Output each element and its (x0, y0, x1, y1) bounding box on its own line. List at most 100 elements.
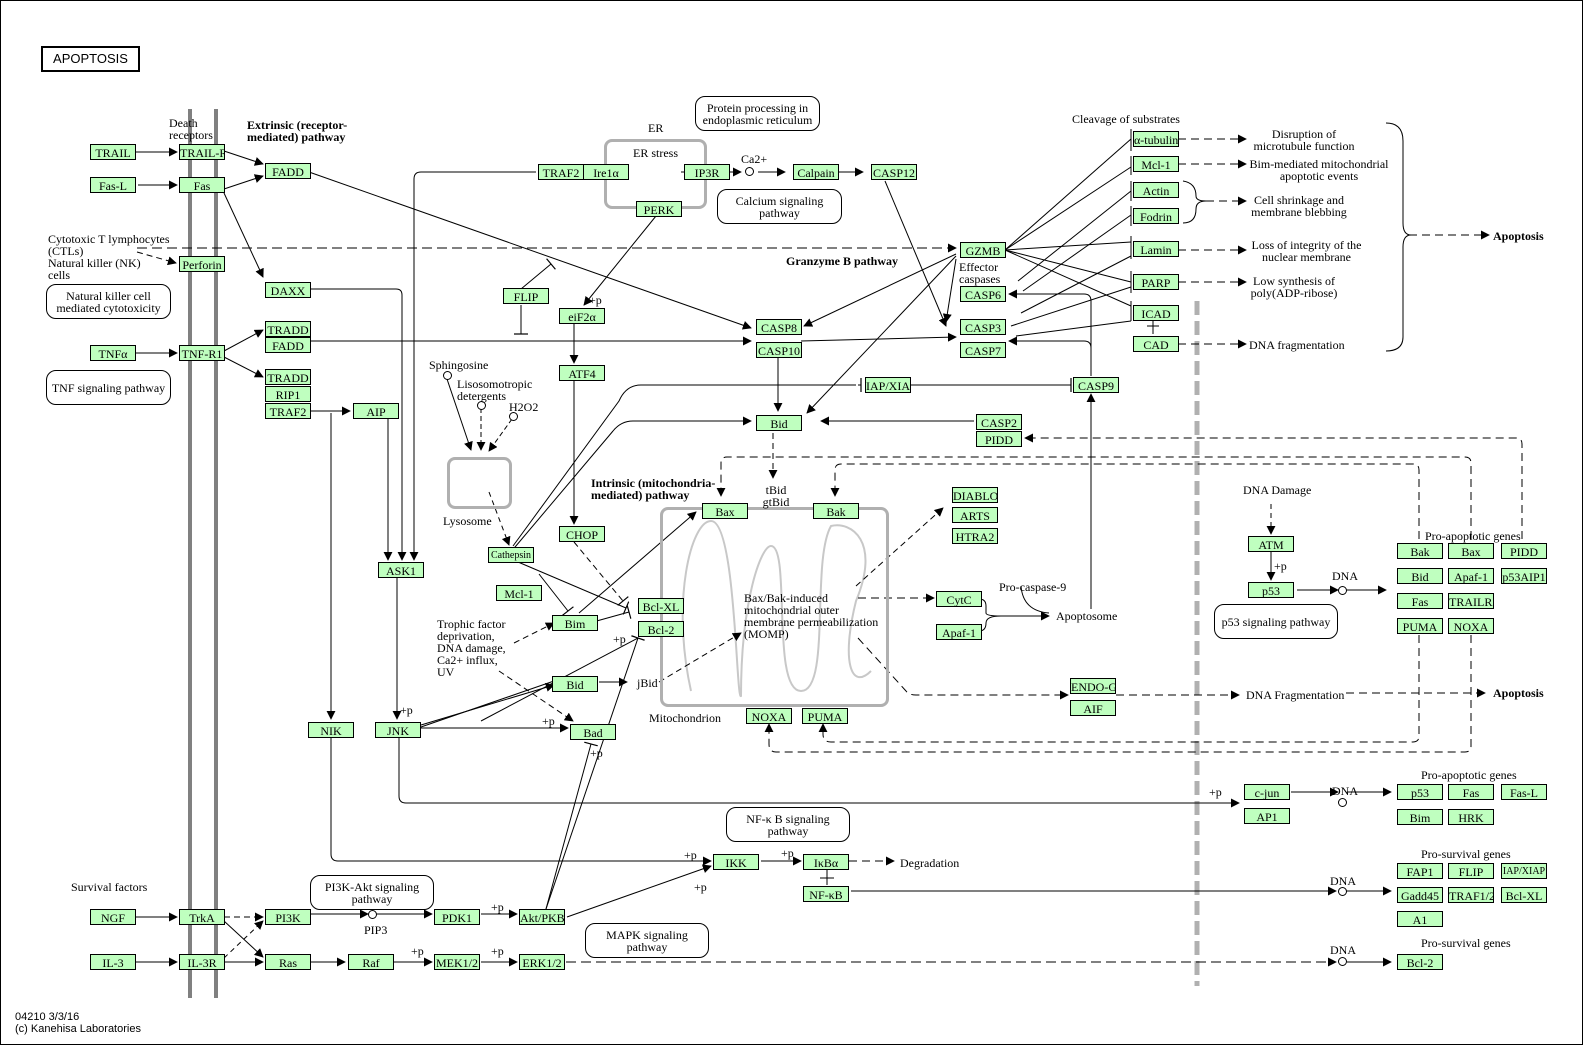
sphingosine-compound[interactable] (443, 371, 452, 380)
gene-gadd45[interactable]: Gadd45 (1397, 887, 1443, 903)
gene-htra2[interactable]: HTRA2 (952, 528, 998, 544)
gene-il-3[interactable]: IL-3 (90, 954, 136, 970)
gene-hrk[interactable]: HRK (1448, 809, 1494, 825)
gene-pidd[interactable]: PIDD (1501, 543, 1547, 559)
gene-a1[interactable]: A1 (1397, 911, 1443, 927)
gene-ngf[interactable]: NGF (90, 909, 136, 925)
gene-ikk[interactable]: IKK (713, 854, 759, 870)
gene-bad[interactable]: Bad (570, 724, 616, 740)
gene-bcl-xl[interactable]: Bcl-XL (638, 598, 684, 614)
gene-pi3k[interactable]: PI3K (265, 909, 311, 925)
calcium-compound[interactable] (745, 167, 754, 176)
gene-aif[interactable]: AIF (1070, 700, 1116, 716)
gene-tnfa[interactable]: TNFα (90, 345, 136, 361)
gene-erk1-2[interactable]: ERK1/2 (519, 954, 565, 970)
gene-cathepsin[interactable]: Cathepsin (488, 547, 534, 563)
gene-puma[interactable]: PUMA (1397, 618, 1443, 634)
gene-mcl-1[interactable]: Mcl-1 (1133, 156, 1179, 172)
gene-noxa[interactable]: NOXA (1448, 618, 1494, 634)
gene-diablo[interactable]: DIABLO (952, 487, 998, 503)
gene-c-jun[interactable]: c-jun (1244, 784, 1290, 800)
gene-traf1-2[interactable]: TRAF1/2 (1448, 887, 1494, 903)
gene-il-3r[interactable]: IL-3R (179, 954, 225, 970)
gene-calpain[interactable]: Calpain (793, 164, 839, 180)
gene-casp6[interactable]: CASP6 (960, 286, 1006, 302)
gene-casp3[interactable]: CASP3 (960, 319, 1006, 335)
gene-jnk[interactable]: JNK (375, 722, 421, 738)
gene-parp[interactable]: PARP (1133, 274, 1179, 290)
gene-icad[interactable]: ICAD (1133, 305, 1179, 321)
gene-iap-xiap[interactable]: IAP/XIAP (1501, 863, 1547, 879)
map-link-er-processing[interactable]: Protein processing in endoplasmic reticu… (695, 96, 820, 131)
gene-mek1-2[interactable]: MEK1/2 (434, 954, 480, 970)
gene-eif2a[interactable]: eiF2α (559, 308, 605, 324)
map-link-pi3k-akt[interactable]: PI3K-Akt signaling pathway (310, 875, 434, 910)
gene-bid[interactable]: Bid (552, 676, 598, 692)
gene-fas-l[interactable]: Fas-L (90, 177, 136, 193)
gene-trail[interactable]: TRAIL (90, 144, 136, 160)
gene-cytc[interactable]: CytC (936, 591, 982, 607)
gene-atf4[interactable]: ATF4 (559, 365, 605, 381)
gene-ip3r[interactable]: IP3R (684, 164, 730, 180)
gene-apaf-1[interactable]: Apaf-1 (1448, 568, 1494, 584)
gene-fas[interactable]: Fas (1448, 784, 1494, 800)
gene-gzmb[interactable]: GZMB (960, 242, 1006, 258)
gene-rip1[interactable]: RIP1 (265, 386, 311, 402)
gene-trka[interactable]: TrkA (179, 909, 225, 925)
gene-bax[interactable]: Bax (1448, 543, 1494, 559)
gene-aip[interactable]: AIP (353, 403, 399, 419)
gene-flip[interactable]: FLIP (503, 288, 549, 304)
gene-tradd[interactable]: TRADD (265, 369, 311, 385)
gene-ire1a[interactable]: Ire1α (583, 164, 629, 180)
gene-raf[interactable]: Raf (348, 954, 394, 970)
gene-bid[interactable]: Bid (1397, 568, 1443, 584)
gene-pidd[interactable]: PIDD (976, 431, 1022, 447)
gene-fadd[interactable]: FADD (265, 163, 311, 179)
gene-fas[interactable]: Fas (179, 177, 225, 193)
gene-perforin[interactable]: Perforin (179, 256, 225, 272)
gene-bcl-xl[interactable]: Bcl-XL (1501, 887, 1547, 903)
gene-bcl-2[interactable]: Bcl-2 (638, 621, 684, 637)
map-link-tnf-signaling[interactable]: TNF signaling pathway (46, 370, 171, 405)
gene-fas-l[interactable]: Fas-L (1501, 784, 1547, 800)
gene-flip[interactable]: FLIP (1448, 863, 1494, 879)
gene-trailr2[interactable]: TRAILR2 (1448, 593, 1494, 609)
gene-p53[interactable]: p53 (1248, 582, 1294, 598)
gene-casp12[interactable]: CASP12 (871, 164, 917, 180)
gene-cad[interactable]: CAD (1133, 336, 1179, 352)
map-link-mapk-signaling[interactable]: MAPK signaling pathway (585, 923, 709, 958)
gene-bcl-2[interactable]: Bcl-2 (1397, 954, 1443, 970)
map-link-nfkb-signaling[interactable]: NF-κ B signaling pathway (726, 807, 850, 842)
gene-puma[interactable]: PUMA (802, 708, 848, 724)
gene-atm[interactable]: ATM (1248, 536, 1294, 552)
gene-alpha-tubulin[interactable]: α-tubulin (1133, 131, 1179, 147)
gene-casp8[interactable]: CASP8 (756, 319, 802, 335)
gene-bax[interactable]: Bax (702, 503, 748, 519)
gene-casp2[interactable]: CASP2 (976, 414, 1022, 430)
gene-bid[interactable]: Bid (756, 415, 802, 431)
gene-fas[interactable]: Fas (1397, 593, 1443, 609)
gene-ras[interactable]: Ras (265, 954, 311, 970)
gene-fodrin[interactable]: Fodrin (1133, 208, 1179, 224)
gene-apaf-1[interactable]: Apaf-1 (936, 624, 982, 640)
gene-ask1[interactable]: ASK1 (378, 562, 424, 578)
dna-compound-p53[interactable] (1338, 586, 1347, 595)
gene-tnf-r1[interactable]: TNF-R1 (179, 345, 225, 361)
gene-arts[interactable]: ARTS (952, 507, 998, 523)
gene-p53aip1[interactable]: p53AIP1 (1501, 568, 1547, 584)
gene-mcl-1[interactable]: Mcl-1 (496, 585, 542, 601)
gene-actin[interactable]: Actin (1133, 182, 1179, 198)
dna-compound-nfkb[interactable] (1338, 887, 1347, 896)
gene-casp9[interactable]: CASP9 (1073, 377, 1119, 393)
gene-tradd[interactable]: TRADD (265, 321, 311, 337)
gene-chop[interactable]: CHOP (559, 526, 605, 542)
gene-casp10[interactable]: CASP10 (756, 342, 802, 358)
dna-compound-cjun[interactable] (1338, 798, 1347, 807)
gene-bak[interactable]: Bak (813, 503, 859, 519)
gene-noxa[interactable]: NOXA (746, 708, 792, 724)
map-link-calcium-signaling[interactable]: Calcium signaling pathway (717, 189, 842, 224)
gene-fap1[interactable]: FAP1 (1397, 863, 1443, 879)
gene-fadd[interactable]: FADD (265, 337, 311, 353)
dna-compound-erk[interactable] (1338, 957, 1347, 966)
gene-akt-pkb[interactable]: Akt/PKB (519, 909, 565, 925)
